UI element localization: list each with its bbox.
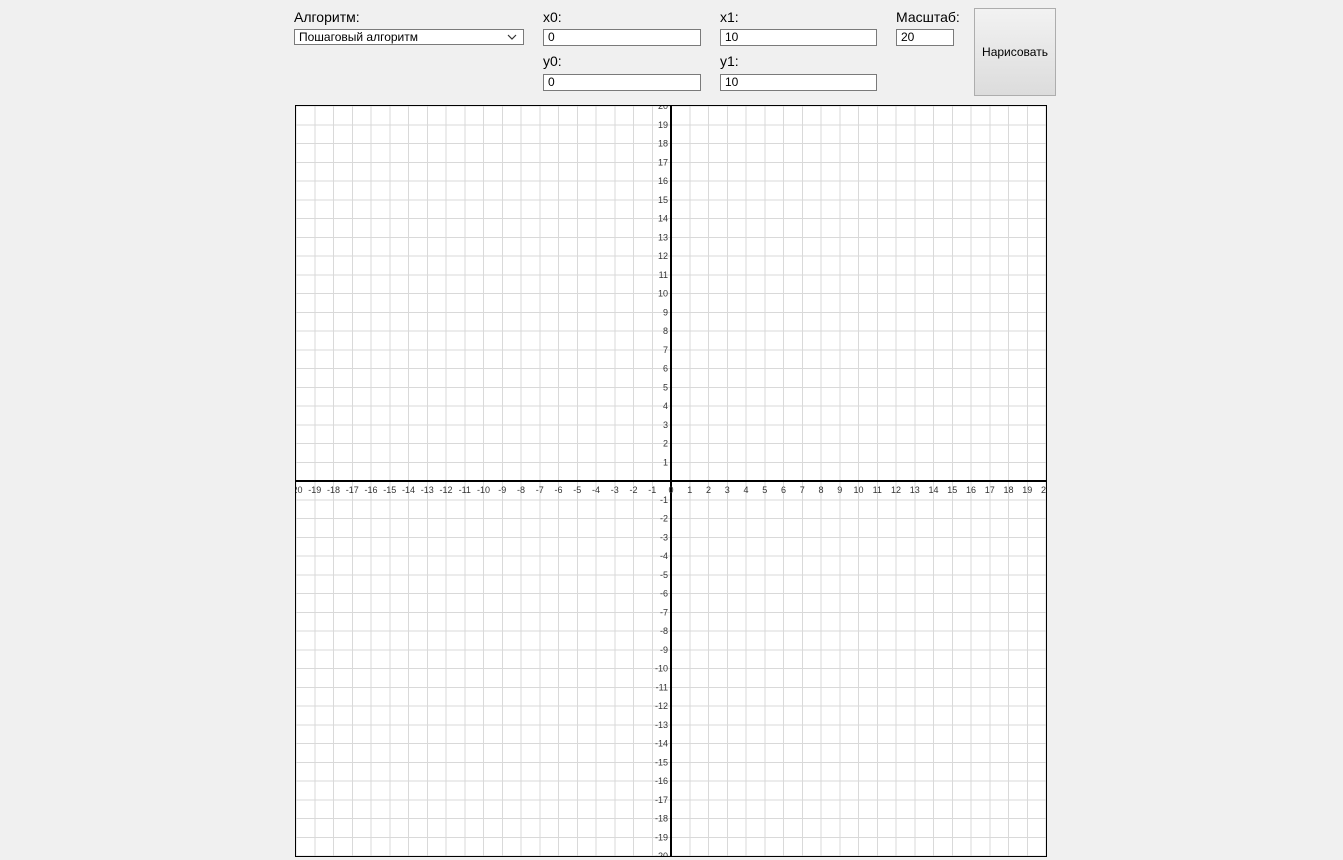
x-tick-label: 17: [985, 485, 995, 495]
x-tick-label: -12: [439, 485, 452, 495]
x-tick-label: 20: [1041, 485, 1046, 495]
y-tick-label: -19: [655, 832, 668, 842]
x-tick-label: -10: [477, 485, 490, 495]
y-tick-label: -13: [655, 720, 668, 730]
x0-label: x0:: [543, 9, 562, 25]
y-tick-label: -16: [655, 776, 668, 786]
x-tick-label: -18: [327, 485, 340, 495]
y-tick-label: -15: [655, 757, 668, 767]
drawing-canvas[interactable]: -20-19-18-17-16-15-14-13-12-11-10-9-8-7-…: [295, 105, 1047, 857]
y-tick-label: -8: [660, 626, 668, 636]
x-tick-label: -2: [629, 485, 637, 495]
controls-panel: Алгоритм: Пошаговый алгоритм x0: 0 y0: 0…: [0, 0, 1343, 100]
x-tick-label: 11: [873, 485, 882, 495]
y-tick-label: 5: [663, 382, 668, 392]
y-tick-label: -14: [655, 739, 668, 749]
y-tick-label: 2: [663, 439, 668, 449]
y-tick-label: 7: [663, 345, 668, 355]
y0-input[interactable]: 0: [543, 74, 701, 91]
chevron-down-icon: [507, 34, 517, 40]
y1-label: y1:: [720, 53, 739, 69]
x-tick-label: -20: [296, 485, 303, 495]
y-tick-label: 12: [658, 251, 668, 261]
scale-input[interactable]: 20: [896, 29, 954, 46]
x-tick-label: 2: [706, 485, 711, 495]
y-tick-label: 4: [663, 401, 668, 411]
coordinate-grid: -20-19-18-17-16-15-14-13-12-11-10-9-8-7-…: [296, 106, 1046, 856]
y-tick-label: 1: [663, 457, 668, 467]
y-tick-label: 17: [658, 157, 668, 167]
x-tick-label: 19: [1022, 485, 1032, 495]
x-tick-label: 1: [687, 485, 692, 495]
x-tick-label: -4: [592, 485, 600, 495]
x-tick-label: 14: [928, 485, 938, 495]
y-tick-label: -4: [660, 551, 668, 561]
y-tick-label: 14: [658, 214, 668, 224]
y-tick-label: -1: [660, 495, 668, 505]
algorithm-selected-value: Пошаговый алгоритм: [299, 30, 419, 44]
algorithm-select[interactable]: Пошаговый алгоритм: [294, 29, 524, 45]
y-tick-label: 10: [658, 289, 668, 299]
y-tick-label: 15: [658, 195, 668, 205]
x-tick-label: -7: [536, 485, 544, 495]
x-tick-label: 18: [1003, 485, 1013, 495]
x-tick-label: -5: [573, 485, 581, 495]
y-tick-label: 20: [658, 106, 668, 111]
x-tick-label: -8: [517, 485, 525, 495]
draw-button[interactable]: Нарисовать: [974, 8, 1056, 96]
x-tick-label: -15: [383, 485, 396, 495]
y-tick-label: -20: [655, 851, 668, 856]
x-tick-label: 13: [910, 485, 920, 495]
y-tick-label: 11: [659, 270, 668, 280]
y-tick-label: -18: [655, 814, 668, 824]
x-tick-label: -16: [364, 485, 377, 495]
x-tick-label: -11: [459, 485, 471, 495]
y-tick-label: -3: [660, 532, 668, 542]
y0-label: y0:: [543, 53, 562, 69]
y-tick-label: -9: [660, 645, 668, 655]
x-tick-label: 6: [781, 485, 786, 495]
x-tick-label: -3: [611, 485, 619, 495]
x-tick-label: 10: [853, 485, 863, 495]
y-tick-label: -10: [655, 664, 668, 674]
x-tick-label: -13: [421, 485, 434, 495]
x-tick-label: 3: [725, 485, 730, 495]
x-tick-label: 0: [668, 485, 673, 495]
y-tick-label: -5: [660, 570, 668, 580]
y-tick-label: -2: [660, 514, 668, 524]
x-tick-label: 8: [818, 485, 823, 495]
y-tick-label: 3: [663, 420, 668, 430]
y-tick-label: -7: [660, 607, 668, 617]
x0-input[interactable]: 0: [543, 29, 701, 46]
y-tick-label: -6: [660, 589, 668, 599]
x-tick-label: 16: [966, 485, 976, 495]
x-tick-label: 12: [891, 485, 901, 495]
x-tick-label: -6: [554, 485, 562, 495]
x-tick-label: -14: [402, 485, 415, 495]
x-tick-label: -1: [648, 485, 656, 495]
y-tick-label: -11: [656, 682, 668, 692]
x1-input[interactable]: 10: [720, 29, 877, 46]
x-tick-label: 15: [947, 485, 957, 495]
x-tick-label: 5: [762, 485, 767, 495]
x-tick-label: -17: [346, 485, 359, 495]
y-tick-label: 13: [658, 232, 668, 242]
y-tick-label: 9: [663, 307, 668, 317]
y1-input[interactable]: 10: [720, 74, 877, 91]
y-tick-label: 6: [663, 364, 668, 374]
y-tick-label: 16: [658, 176, 668, 186]
algorithm-label: Алгоритм:: [294, 9, 360, 25]
y-tick-label: 18: [658, 139, 668, 149]
x-tick-label: -9: [498, 485, 506, 495]
x-tick-label: 4: [743, 485, 748, 495]
scale-label: Масштаб:: [896, 9, 960, 25]
y-tick-label: 19: [658, 120, 668, 130]
x-tick-label: 9: [837, 485, 842, 495]
x-tick-label: 7: [800, 485, 805, 495]
y-tick-label: 8: [663, 326, 668, 336]
x1-label: x1:: [720, 9, 739, 25]
x-tick-label: -19: [308, 485, 321, 495]
y-tick-label: -17: [655, 795, 668, 805]
y-tick-label: -12: [655, 701, 668, 711]
